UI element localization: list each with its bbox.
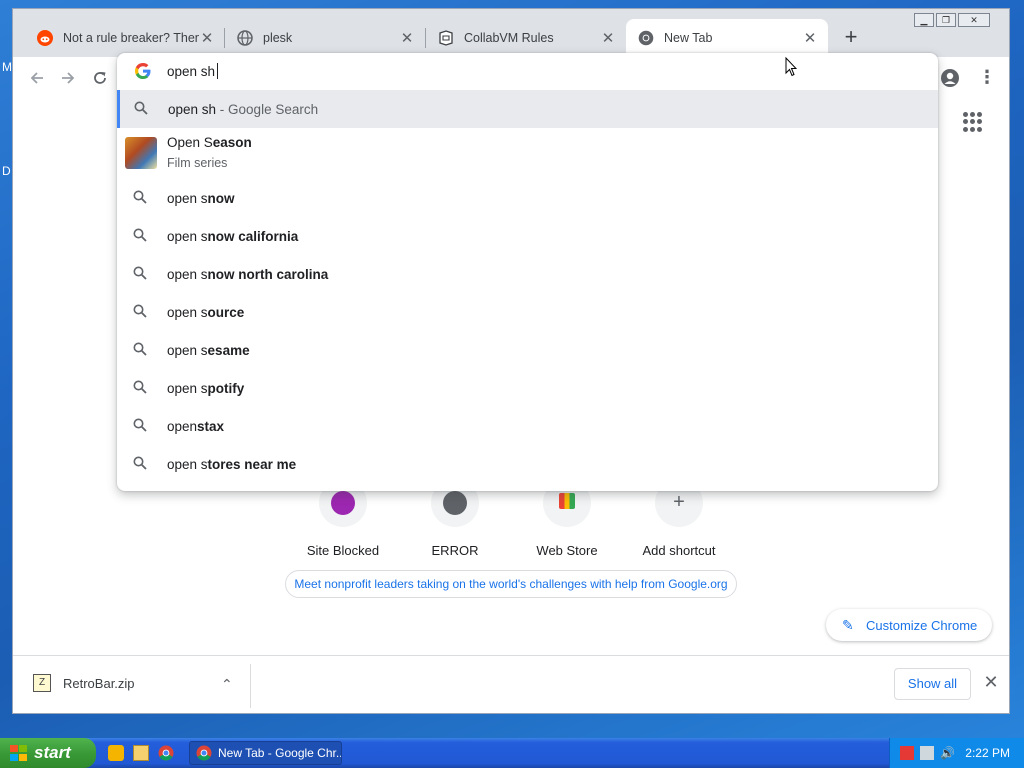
search-icon	[133, 304, 149, 320]
start-button[interactable]: start	[0, 738, 96, 768]
show-all-button[interactable]: Show all	[894, 668, 971, 700]
search-icon	[133, 418, 149, 434]
security-alert-icon[interactable]	[900, 746, 914, 760]
download-shelf: Z RetroBar.zip ⌃ Show all ✕	[13, 655, 1009, 713]
suggestion-text: openstax	[167, 418, 225, 434]
shortcut-label: ERROR	[431, 543, 479, 558]
suggestion-item[interactable]: open sesame	[117, 331, 938, 369]
start-label: start	[34, 743, 71, 762]
suggestion-text: open snow north carolina	[167, 266, 329, 282]
shortcut-label: Web Store	[536, 543, 598, 558]
reddit-icon	[37, 30, 53, 46]
tab-title: CollabVM Rules	[464, 31, 554, 45]
suggestion-item[interactable]: open sh - Google Search	[117, 90, 938, 128]
divider	[250, 664, 251, 708]
folder-icon[interactable]	[133, 745, 149, 761]
close-tab-icon[interactable]: ✕	[199, 29, 215, 47]
close-icon[interactable]: ✕	[958, 13, 990, 27]
shortcut-label: Site Blocked	[306, 543, 380, 558]
text-caret	[217, 63, 218, 79]
task-label: New Tab - Google Chr...	[218, 746, 342, 760]
customize-chrome-button[interactable]: ✎ Customize Chrome	[826, 609, 992, 641]
close-tab-icon[interactable]: ✕	[802, 29, 818, 47]
search-icon	[133, 456, 149, 472]
suggestion-text: Open Season	[167, 135, 252, 150]
download-item[interactable]: Z RetroBar.zip	[33, 674, 135, 692]
search-icon	[133, 228, 149, 244]
chrome-icon[interactable]	[158, 745, 174, 761]
google-g-icon	[135, 63, 151, 79]
minimize-icon[interactable]: ▁	[914, 13, 934, 27]
suggestion-text: open sh - Google Search	[168, 101, 319, 117]
mouse-cursor-icon	[785, 57, 797, 77]
search-icon	[134, 101, 150, 117]
globe-icon	[237, 30, 253, 46]
apps-grid-icon[interactable]	[963, 112, 983, 132]
desktop-icon-label: D	[2, 164, 11, 178]
desktop-icon-label: M	[2, 60, 12, 74]
search-icon	[133, 342, 149, 358]
network-icon[interactable]	[920, 746, 934, 760]
suggestion-text: open spotify	[167, 380, 245, 396]
tab-title: Not a rule breaker? Then	[63, 31, 199, 45]
tab-plesk[interactable]: plesk ✕	[225, 19, 425, 57]
clock: 2:22 PM	[965, 746, 1010, 760]
suggestion-item[interactable]: open spotify	[117, 369, 938, 407]
reload-icon[interactable]	[88, 66, 112, 90]
taskbar-window-button[interactable]: New Tab - Google Chr...	[189, 741, 342, 765]
chrome-icon	[196, 745, 212, 761]
suggestion-item[interactable]: open snow	[117, 179, 938, 217]
system-tray: 🔊 2:22 PM	[889, 738, 1024, 768]
tab-new-tab[interactable]: New Tab ✕	[626, 19, 828, 57]
pencil-icon: ✎	[842, 616, 854, 633]
close-tab-icon[interactable]: ✕	[600, 29, 616, 47]
movie-poster-thumbnail	[125, 137, 157, 169]
suggestion-text: open snow california	[167, 228, 299, 244]
restore-icon[interactable]: ❐	[936, 13, 956, 27]
taskbar: start New Tab - Google Chr... 🔊 2:22 PM	[0, 738, 1024, 768]
suggestion-text: open snow	[167, 190, 235, 206]
forward-arrow-icon[interactable]	[56, 66, 80, 90]
zip-file-icon: Z	[33, 674, 51, 692]
collabvm-icon	[438, 30, 454, 46]
omnibox-input[interactable]	[167, 61, 867, 81]
shortcut-label: Add shortcut	[642, 543, 716, 558]
omnibox-dropdown: open sh - Google Search Open Season Film…	[117, 53, 938, 491]
chrome-window: Not a rule breaker? Then ✕ plesk ✕ Colla…	[12, 8, 1010, 714]
customize-label: Customize Chrome	[866, 617, 978, 633]
windows-flag-icon	[10, 745, 28, 761]
new-tab-button[interactable]: +	[839, 26, 863, 50]
tab-title: New Tab	[664, 31, 713, 45]
suggestion-item[interactable]: open snow california	[117, 217, 938, 255]
back-arrow-icon[interactable]	[25, 66, 49, 90]
chevron-up-icon[interactable]: ⌃	[221, 676, 233, 693]
download-filename: RetroBar.zip	[63, 675, 135, 691]
tab-collabvm[interactable]: CollabVM Rules ✕	[426, 19, 626, 57]
omnibox[interactable]	[117, 53, 938, 89]
window-controls: ▁ ❐ ✕	[914, 13, 990, 27]
suggestion-entity[interactable]: Open Season Film series	[117, 129, 938, 177]
suggestion-item[interactable]: open source	[117, 293, 938, 331]
search-icon	[133, 266, 149, 282]
close-icon[interactable]: ✕	[981, 672, 1001, 693]
search-icon	[133, 190, 149, 206]
suggestion-text: open stores near me	[167, 456, 297, 472]
volume-icon[interactable]: 🔊	[940, 746, 955, 760]
profile-avatar-icon[interactable]	[941, 69, 959, 87]
suggestion-text: open source	[167, 304, 245, 320]
suggestion-text: open sesame	[167, 342, 250, 358]
tab-title: plesk	[263, 31, 293, 45]
kebab-menu-icon[interactable]: ⋮	[978, 67, 996, 87]
promo-link[interactable]: Meet nonprofit leaders taking on the wor…	[285, 570, 737, 598]
media-player-icon[interactable]	[108, 745, 124, 761]
tab-strip: Not a rule breaker? Then ✕ plesk ✕ Colla…	[13, 9, 1009, 57]
tab-reddit[interactable]: Not a rule breaker? Then ✕	[25, 19, 225, 57]
suggestion-subtitle: Film series	[167, 156, 228, 170]
chrome-icon	[638, 30, 654, 46]
search-icon	[133, 380, 149, 396]
suggestion-item[interactable]: openstax	[117, 407, 938, 445]
suggestion-item[interactable]: open snow north carolina	[117, 255, 938, 293]
suggestion-item[interactable]: open stores near me	[117, 445, 938, 483]
close-tab-icon[interactable]: ✕	[399, 29, 415, 47]
